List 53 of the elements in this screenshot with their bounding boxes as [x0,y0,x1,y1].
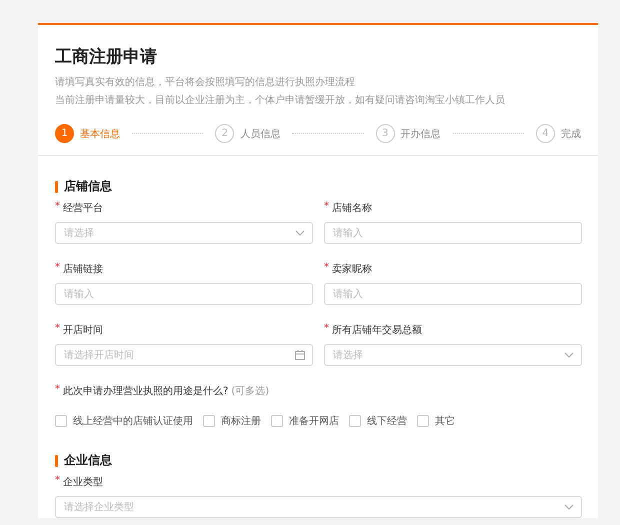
field-label: 店铺名称 [332,202,372,215]
required-mark: * [55,384,60,397]
field-label: 经营平台 [63,202,103,215]
checkbox-label: 准备开网店 [289,414,339,428]
step-number: 2 [215,124,234,143]
checkbox-label: 线下经营 [367,414,407,428]
input-field[interactable]: 请输入 [324,222,582,244]
chevron-down-icon [564,504,574,510]
required-mark: * [55,201,60,214]
select-field[interactable]: 请选择 [324,344,582,366]
checkbox-label: 其它 [435,414,455,428]
step-label: 基本信息 [80,128,120,140]
page-title: 工商注册申请 [55,46,158,68]
section-marker [55,454,58,466]
date-field[interactable]: 请选择开店时间 [55,344,313,366]
select-field[interactable]: 请选择企业类型 [55,496,582,518]
checkbox[interactable] [55,415,67,427]
step-number: 4 [536,124,555,143]
section-marker [55,180,58,192]
required-mark: * [324,201,329,214]
checkbox[interactable] [271,415,283,427]
question-hint: (可多选) [231,384,270,398]
checkbox[interactable] [203,415,215,427]
notice-text: 当前注册申请量较大，目前以企业注册为主，个体户申请暂缓开放，如有疑问请咨询淘宝小镇工作人员 [55,94,506,108]
notice-text: 请填写真实有效的信息，平台将会按照填写的信息进行执照办理流程 [55,76,356,90]
field-label: 卖家昵称 [332,262,372,276]
checkbox-label: 商标注册 [221,414,261,428]
section-title: 店铺信息 [64,178,112,195]
select-field[interactable]: 请选择 [55,222,313,244]
field-label: 店铺链接 [63,262,103,276]
field-label: 所有店铺年交易总额 [332,324,422,337]
section-title: 企业信息 [64,452,112,469]
required-mark: * [55,475,60,488]
calendar-icon [295,350,305,360]
required-mark: * [324,323,329,336]
field-label: 企业类型 [63,476,103,489]
question-label: 此次申请办理营业执照的用途是什么? [63,384,228,398]
checkbox[interactable] [349,415,361,427]
step-number: 3 [376,124,395,143]
required-mark: * [55,323,60,336]
input-field[interactable]: 请输入 [324,283,582,305]
input-field[interactable]: 请输入 [55,283,313,305]
chevron-down-icon [295,230,305,236]
step-label: 开办信息 [400,128,441,140]
step-label: 人员信息 [240,128,280,140]
checkbox-label: 线上经营中的店铺认证使用 [73,414,193,428]
step-label: 完成 [560,128,581,140]
field-label: 开店时间 [63,324,103,337]
step-number: 1 [55,124,74,143]
chevron-down-icon [564,352,574,358]
required-mark: * [324,262,329,275]
checkbox[interactable] [417,415,429,427]
required-mark: * [55,262,60,275]
